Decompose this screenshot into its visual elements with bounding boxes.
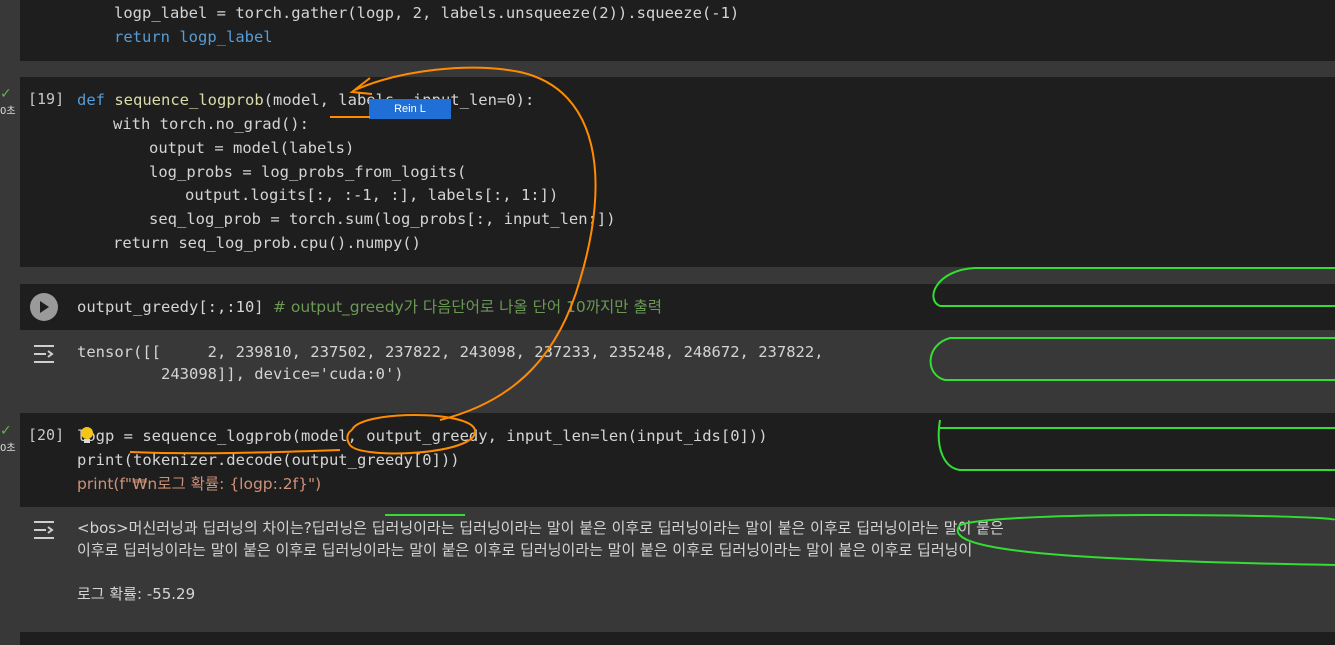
code-cell-greedy[interactable]: output_greedy[:,:10] # output_greedy가 다음… [20,284,1335,330]
output-area-greedy: tensor([[ 2, 239810, 237502, 237822, 243… [20,332,1335,410]
code-line: return logp_label [114,28,273,46]
exec-status-check: ✓ [0,86,12,102]
code-line: logp = sequence_logprob(model, output_gr… [77,427,768,445]
exec-status-check: ✓ [0,423,12,439]
output-toggle-icon[interactable] [30,342,58,366]
code-line: print(tokenizer.decode(output_greedy[0])… [77,451,460,469]
output-toggle-icon[interactable] [30,518,58,542]
output-text: <bos>머신러닝과 딥러닝의 차이는?딥러닝은 딥러닝이라는 딥러닝이라는 말… [77,519,1004,537]
output-text: 로그 확률: -55.29 [77,585,196,603]
code-line: seq_log_prob = torch.sum(log_probs[:, in… [149,210,616,228]
code-line: log_probs = log_probs_from_logits( [149,163,467,181]
code-cell-20[interactable]: [20] logp = sequence_logprob(model, outp… [20,413,1335,507]
code-line: def sequence_logprob(model, labels, inpu… [77,91,535,109]
code-line: logp_label = torch.gather(logp, 2, label… [114,4,740,22]
execution-count: [19] [28,90,65,108]
code-cell-previous[interactable]: logp_label = torch.gather(logp, 2, label… [20,0,1335,61]
code-line: with torch.no_grad(): [113,115,309,133]
output-text: tensor([[ 2, 239810, 237502, 237822, 243… [77,343,824,361]
code-line: print(f"₩n로그 확률: {logp:.2f}") [77,475,322,493]
collaborator-cursor-label: Rein L [369,99,451,119]
output-text: 243098]], device='cuda:0') [77,365,404,383]
output-area-20: <bos>머신러닝과 딥러닝의 차이는?딥러닝은 딥러닝이라는 딥러닝이라는 말… [20,508,1335,618]
code-cell-next[interactable] [20,632,1335,645]
exec-status-time: 0초 [0,106,16,117]
lightbulb-icon[interactable] [80,426,94,444]
run-cell-button[interactable] [30,293,58,321]
code-line: output = model(labels) [149,139,355,157]
code-cell-19[interactable]: [19] def sequence_logprob(model, labels,… [20,77,1335,267]
code-line: output.logits[:, :-1, :], labels[:, 1:]) [185,186,559,204]
code-line: output_greedy[:,:10] # output_greedy가 다음… [77,298,662,316]
output-text: 이후로 딥러닝이라는 말이 붙은 이후로 딥러닝이라는 말이 붙은 이후로 딥러… [77,541,973,559]
play-icon [40,301,49,313]
execution-count: [20] [28,426,65,444]
exec-status-time: 0초 [0,443,16,454]
code-line: return seq_log_prob.cpu().numpy() [113,234,421,252]
